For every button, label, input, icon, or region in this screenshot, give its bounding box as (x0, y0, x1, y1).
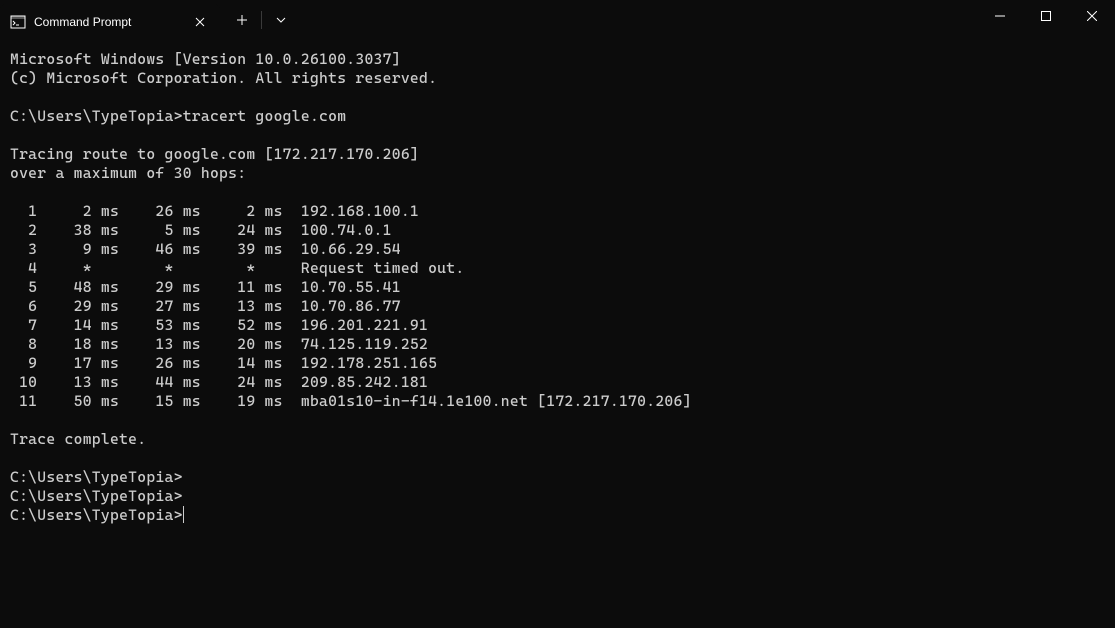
maximize-button[interactable] (1023, 0, 1069, 32)
tab-active[interactable]: Command Prompt (0, 4, 220, 40)
window-controls (977, 0, 1115, 40)
prompt-path: C:\Users\TypeTopia> (10, 487, 183, 505)
new-tab-button[interactable] (224, 4, 260, 36)
tab-close-button[interactable] (192, 14, 208, 30)
trace-complete: Trace complete. (10, 430, 146, 448)
chevron-down-icon (276, 17, 286, 23)
tab-title: Command Prompt (34, 15, 192, 29)
cursor (183, 506, 184, 523)
maximize-icon (1041, 11, 1051, 21)
copyright-line: (c) Microsoft Corporation. All rights re… (10, 69, 437, 87)
prompt-path: C:\Users\TypeTopia> (10, 468, 183, 486)
close-window-button[interactable] (1069, 0, 1115, 32)
close-icon (1087, 11, 1097, 21)
prompt-path: C:\Users\TypeTopia> (10, 506, 183, 524)
os-version-line: Microsoft Windows [Version 10.0.26100.30… (10, 50, 401, 68)
close-icon (195, 17, 205, 27)
tab-dropdown-button[interactable] (263, 4, 299, 36)
tracert-hops: 1 2 ms 26 ms 2 ms 192.168.100.1 2 38 ms … (10, 202, 692, 410)
terminal-output[interactable]: Microsoft Windows [Version 10.0.26100.30… (0, 40, 1115, 525)
titlebar: Command Prompt (0, 0, 1115, 40)
minimize-icon (995, 11, 1005, 21)
trace-header-2: over a maximum of 30 hops: (10, 164, 246, 182)
command-text: tracert google.com (183, 107, 347, 125)
trace-header-1: Tracing route to google.com [172.217.170… (10, 145, 419, 163)
minimize-button[interactable] (977, 0, 1023, 32)
divider (261, 11, 262, 29)
cmd-icon (10, 14, 26, 30)
plus-icon (237, 15, 247, 25)
prompt-path: C:\Users\TypeTopia> (10, 107, 183, 125)
tab-controls (224, 0, 299, 40)
